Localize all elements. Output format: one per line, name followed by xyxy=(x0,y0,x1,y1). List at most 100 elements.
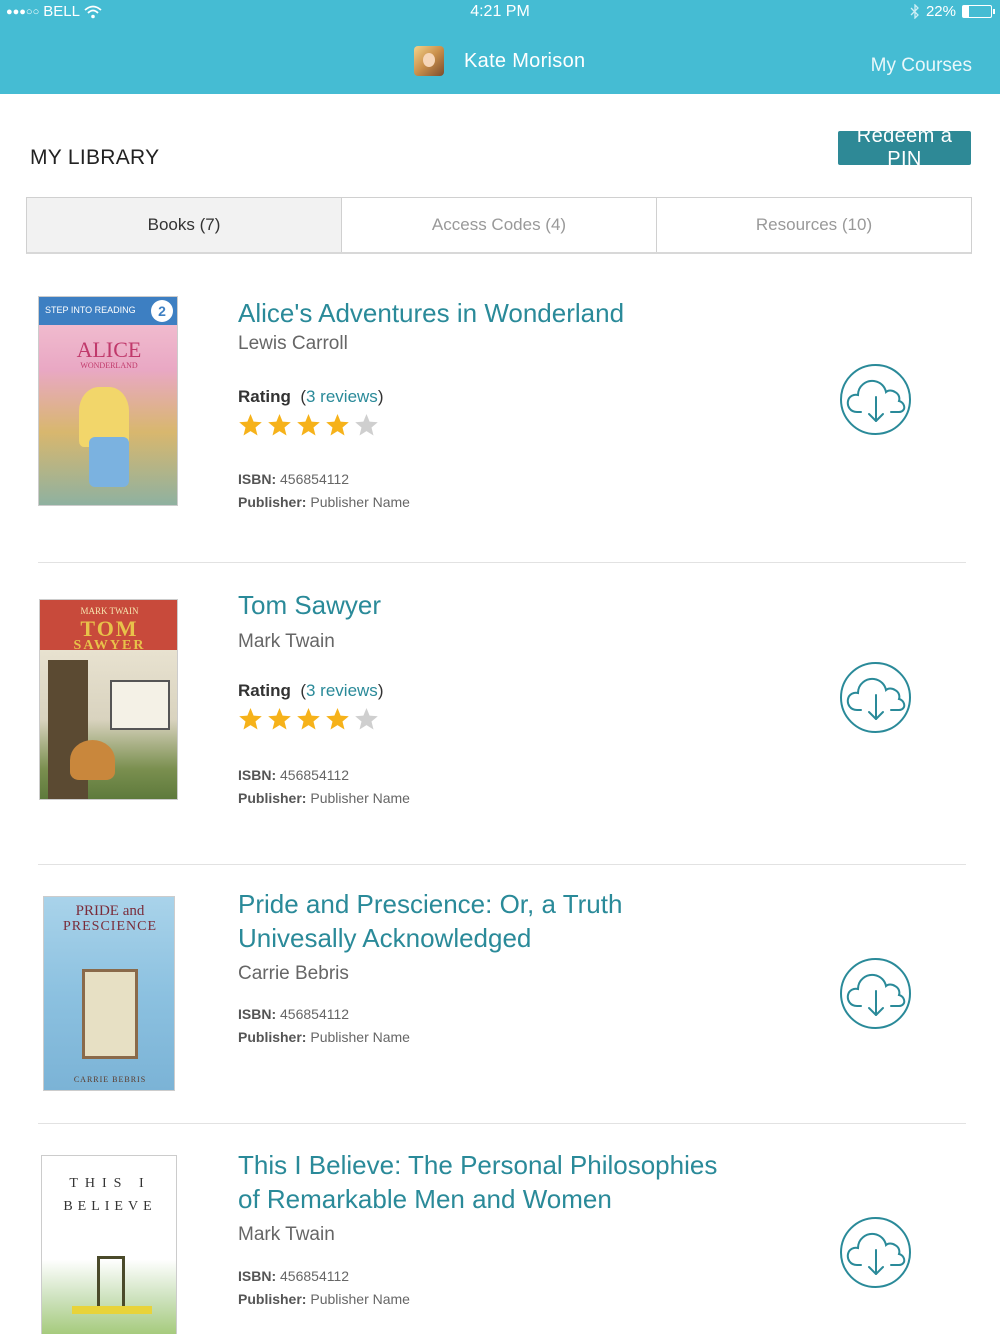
isbn-label: ISBN: xyxy=(238,1006,277,1022)
star-empty-icon xyxy=(355,414,378,436)
page-title: MY LIBRARY xyxy=(30,146,160,169)
rating-row: Rating (3 reviews) xyxy=(238,681,384,700)
cloud-download-icon xyxy=(846,677,905,720)
battery-percent: 22% xyxy=(925,3,956,20)
bluetooth-icon xyxy=(910,4,919,19)
redeem-pin-button[interactable]: Redeem a PIN xyxy=(838,125,971,170)
cover-series-text: STEP INTO READING xyxy=(45,305,136,315)
star-filled-icon xyxy=(239,708,262,730)
library-tabs: Books (7) Access Codes (4) Resources (10… xyxy=(26,197,972,254)
cover-illustration xyxy=(82,969,138,1059)
isbn-label: ISBN: xyxy=(238,767,277,783)
tab-access-codes[interactable]: Access Codes (4) xyxy=(341,198,656,252)
star-rating xyxy=(238,707,379,732)
battery-icon xyxy=(962,5,995,18)
publisher-row: Publisher: Publisher Name xyxy=(238,1026,410,1049)
publisher-row: Publisher: Publisher Name xyxy=(238,787,410,810)
book-title[interactable]: This I Believe: The Personal Philosophie… xyxy=(238,1148,717,1216)
my-courses-link[interactable]: My Courses xyxy=(871,55,972,77)
isbn-value: 456854112 xyxy=(280,1268,350,1284)
book-title[interactable]: Pride and Prescience: Or, a Truth Unives… xyxy=(238,887,622,955)
star-filled-icon xyxy=(268,414,291,436)
star-filled-icon xyxy=(297,414,320,436)
cover-title-text: ALICE xyxy=(76,337,142,362)
user-profile[interactable]: Kate Morison xyxy=(414,46,585,76)
star-rating xyxy=(238,413,379,438)
download-button[interactable] xyxy=(840,958,911,1029)
star-empty-icon xyxy=(355,708,378,730)
book-item: THIS I BELIEVE This I Believe: The Perso… xyxy=(38,1148,966,1334)
cloud-download-icon xyxy=(846,379,905,422)
status-bar: ●●●○○ BELL 4:21 PM 22% xyxy=(0,0,1000,26)
book-cover[interactable]: PRIDE and PRESCIENCE CARRIE BEBRIS xyxy=(43,896,175,1091)
book-cover[interactable]: THIS I BELIEVE xyxy=(41,1155,177,1334)
isbn-value: 456854112 xyxy=(280,471,350,487)
user-name: Kate Morison xyxy=(464,49,586,72)
book-item: MARK TWAIN TOM SAWYER Tom Sawyer Mark Tw… xyxy=(38,590,966,820)
book-title-line: Tom Sawyer xyxy=(238,590,382,620)
cloud-download-icon xyxy=(846,973,905,1016)
book-cover[interactable]: STEP INTO READING 2 ALICE WONDERLAND xyxy=(38,296,178,506)
cover-level-badge: 2 xyxy=(151,300,173,322)
book-meta: ISBN: 456854112 Publisher: Publisher Nam… xyxy=(238,764,410,810)
cover-banner: STEP INTO READING 2 xyxy=(39,297,177,325)
book-meta: ISBN: 456854112 Publisher: Publisher Nam… xyxy=(238,1003,410,1049)
status-time: 4:21 PM xyxy=(470,3,530,20)
cover-subtitle-text: WONDERLAND xyxy=(80,361,138,370)
download-button[interactable] xyxy=(840,662,911,733)
download-button[interactable] xyxy=(840,1217,911,1288)
cover-title-text: BELIEVE xyxy=(63,1199,157,1214)
publisher-label: Publisher: xyxy=(238,790,307,806)
book-title[interactable]: Tom Sawyer xyxy=(238,588,381,622)
book-author: Carrie Bebris xyxy=(238,963,349,984)
cover-illustration xyxy=(110,680,170,730)
book-title[interactable]: Alice's Adventures in Wonderland xyxy=(238,296,624,330)
star-filled-icon xyxy=(239,414,262,436)
publisher-value: Publisher Name xyxy=(310,1291,410,1307)
publisher-value: Publisher Name xyxy=(310,1029,410,1045)
avatar xyxy=(414,46,444,76)
book-author: Mark Twain xyxy=(238,1224,335,1245)
isbn-label: ISBN: xyxy=(238,471,277,487)
reviews-link[interactable]: 3 reviews xyxy=(306,681,378,700)
isbn-row: ISBN: 456854112 xyxy=(238,1003,410,1026)
isbn-row: ISBN: 456854112 xyxy=(238,764,410,787)
download-button[interactable] xyxy=(840,364,911,435)
star-filled-icon xyxy=(326,708,349,730)
book-item: PRIDE and PRESCIENCE CARRIE BEBRIS Pride… xyxy=(38,888,966,1098)
book-title-line: This I Believe: The Personal Philosophie… xyxy=(238,1150,718,1180)
rating-label: Rating xyxy=(238,387,291,406)
divider xyxy=(38,562,966,563)
reviews-link[interactable]: 3 reviews xyxy=(306,387,378,406)
app-header: ●●●○○ BELL 4:21 PM 22% Kate Morison My C… xyxy=(0,0,1000,94)
status-right: 22% xyxy=(910,3,995,20)
rating-row: Rating (3 reviews) xyxy=(238,387,384,406)
book-title-line: Univesally Acknowledged xyxy=(238,923,532,953)
cover-title-text: PRESCIENCE xyxy=(62,919,157,934)
divider xyxy=(38,1123,966,1124)
star-filled-icon xyxy=(326,414,349,436)
battery-level xyxy=(963,6,970,17)
cloud-download-icon xyxy=(846,1232,905,1275)
tab-resources[interactable]: Resources (10) xyxy=(656,198,971,252)
publisher-label: Publisher: xyxy=(238,1029,307,1045)
book-cover[interactable]: MARK TWAIN TOM SAWYER xyxy=(39,599,178,800)
isbn-label: ISBN: xyxy=(238,1268,277,1284)
cover-title-text: PRIDE and xyxy=(75,903,145,919)
publisher-label: Publisher: xyxy=(238,494,307,510)
publisher-row: Publisher: Publisher Name xyxy=(238,1288,410,1311)
star-filled-icon xyxy=(268,708,291,730)
divider xyxy=(38,864,966,865)
book-item: STEP INTO READING 2 ALICE WONDERLAND Ali… xyxy=(38,296,966,526)
cover-title-text: THIS I xyxy=(69,1176,151,1191)
cover-illustration xyxy=(97,1256,125,1306)
publisher-value: Publisher Name xyxy=(310,790,410,806)
cover-author-text: CARRIE BEBRIS xyxy=(73,1075,147,1084)
publisher-row: Publisher: Publisher Name xyxy=(238,491,410,514)
book-meta: ISBN: 456854112 Publisher: Publisher Nam… xyxy=(238,468,410,514)
tab-books[interactable]: Books (7) xyxy=(27,198,341,252)
book-author: Mark Twain xyxy=(238,631,335,652)
cover-title-text: SAWYER xyxy=(73,638,146,653)
book-author: Lewis Carroll xyxy=(238,333,348,354)
star-filled-icon xyxy=(297,708,320,730)
